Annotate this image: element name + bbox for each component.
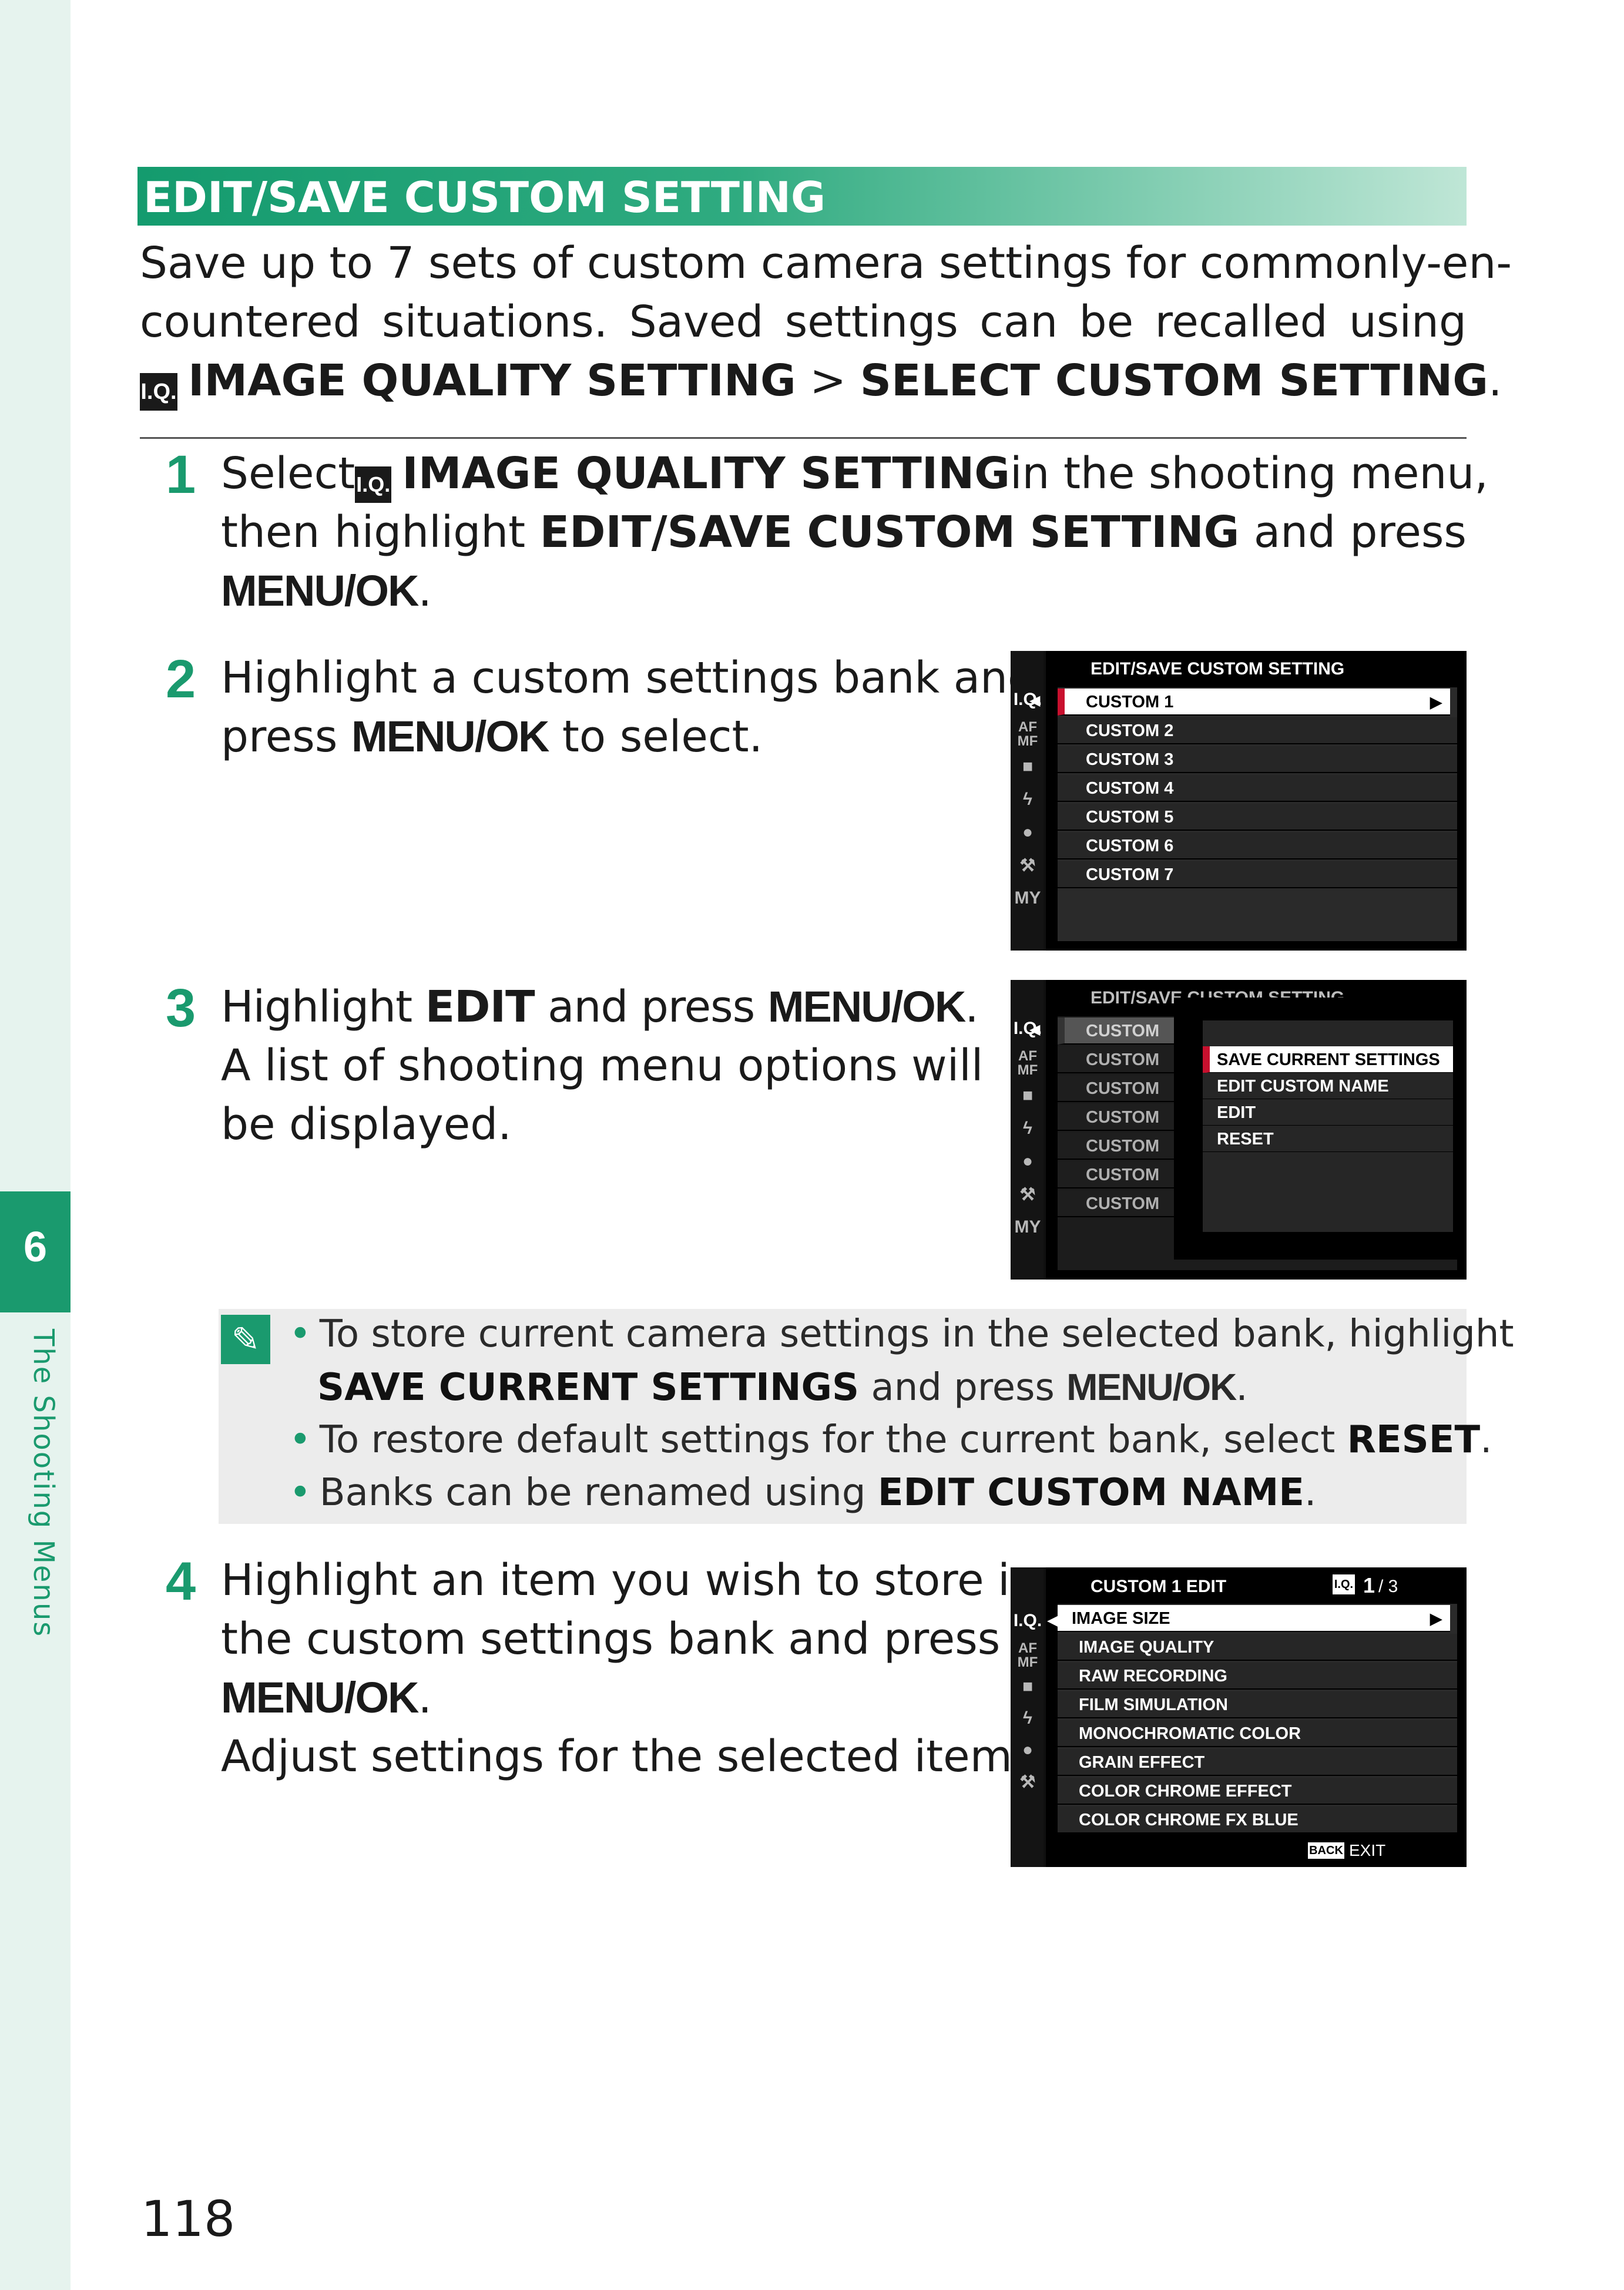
image-quality-icon: I.Q. <box>1333 1574 1355 1594</box>
step-4-number: 4 <box>166 1552 196 1611</box>
note-item-1-continued: SAVE CURRENT SETTINGS and press MENU/OK. <box>317 1366 1248 1409</box>
intro-line-3: I.Q. IMAGE QUALITY SETTING > SELECT CUSTO… <box>140 351 1502 411</box>
menu-path-image-quality: IMAGE QUALITY SETTING <box>188 355 796 406</box>
wrench-icon[interactable]: ⚒ <box>1013 855 1042 876</box>
custom-bank-row[interactable]: CUSTOM 7 <box>1058 861 1457 888</box>
camera-screen-edit-popup: EDIT/SAVE CUSTOM SETTING I.Q. AF MF ■ ϟ … <box>1011 980 1467 1280</box>
movie-icon[interactable]: ● <box>1013 822 1042 842</box>
bullet-icon: • <box>289 1312 311 1356</box>
step-1-number: 1 <box>166 445 196 505</box>
edit-options-popup: SAVE CURRENT SETTINGS EDIT CUSTOM NAME E… <box>1174 998 1467 1260</box>
menu-ok-key: MENU/OK <box>1066 1366 1237 1408</box>
wrench-icon[interactable]: ⚒ <box>1013 1184 1042 1205</box>
menu-ok-key: MENU/OK <box>767 982 966 1031</box>
custom-bank-row: CUSTOM <box>1058 1190 1175 1217</box>
menu-ok-key: MENU/OK <box>351 712 549 761</box>
my-menu-tab-icon[interactable]: MY <box>1013 888 1042 908</box>
wrench-icon[interactable]: ⚒ <box>1013 1772 1042 1792</box>
right-arrow-icon: ▶ <box>1430 693 1442 711</box>
custom-bank-row: CUSTOM <box>1058 1075 1175 1102</box>
custom-bank-row: CUSTOM <box>1058 1161 1175 1188</box>
step-4-text: Highlight an item you wish to store in t… <box>221 1555 1038 1782</box>
camera-screen-custom-edit: CUSTOM 1 EDIT I.Q. 1 / 3 I.Q. AF MF ■ ϟ … <box>1011 1567 1467 1867</box>
image-quality-icon: I.Q. <box>355 466 392 503</box>
movie-icon[interactable]: ● <box>1013 1740 1042 1760</box>
custom-bank-row[interactable]: CUSTOM 3 <box>1058 746 1457 773</box>
intro-line-2: countered situations. Saved settings can… <box>140 297 1467 347</box>
popup-item-edit[interactable]: EDIT <box>1203 1099 1453 1126</box>
af-mf-tab-icon[interactable]: AF MF <box>1013 1049 1042 1077</box>
custom-bank-row[interactable]: CUSTOM 4 <box>1058 775 1457 802</box>
note-pencil-icon: ✎ <box>221 1315 270 1364</box>
section-divider <box>140 437 1467 439</box>
flash-icon[interactable]: ϟ <box>1013 790 1042 810</box>
edit-item-row[interactable]: IMAGE QUALITY <box>1058 1634 1457 1661</box>
note-item-3: • Banks can be renamed using EDIT CUSTOM … <box>289 1471 1317 1515</box>
custom-bank-row[interactable]: CUSTOM 2 <box>1058 717 1457 744</box>
note-box: ✎ • To store current camera settings in t… <box>219 1309 1514 1524</box>
menu-path-select-custom: SELECT CUSTOM SETTING <box>860 355 1489 406</box>
custom-bank-row[interactable]: CUSTOM 6 <box>1058 832 1457 859</box>
left-caret-icon: ◀ <box>1047 1612 1058 1628</box>
popup-item-reset[interactable]: RESET <box>1203 1126 1453 1153</box>
chapter-side-strip <box>0 0 71 2290</box>
exit-label: EXIT <box>1349 1841 1386 1859</box>
screen-title: EDIT/SAVE CUSTOM SETTING <box>1091 659 1345 679</box>
back-button-icon[interactable]: BACK <box>1308 1842 1344 1859</box>
left-caret-icon: ◀ <box>1029 692 1041 709</box>
step-3-text: Highlight EDIT and press MENU/OK. A list… <box>221 982 984 1150</box>
flash-icon[interactable]: ϟ <box>1013 1708 1042 1728</box>
flash-icon[interactable]: ϟ <box>1013 1119 1042 1139</box>
note-item-1: • To store current camera settings in the… <box>289 1312 1514 1356</box>
edit-item-row[interactable]: COLOR CHROME EFFECT <box>1058 1778 1457 1805</box>
chapter-number: 6 <box>23 1224 48 1271</box>
chapter-label: The Shooting Menus <box>27 1329 60 1638</box>
edit-item-row[interactable]: GRAIN EFFECT <box>1058 1749 1457 1776</box>
page-current: 1 <box>1363 1573 1375 1597</box>
edit-item-row[interactable]: FILM SIMULATION <box>1058 1691 1457 1718</box>
af-mf-tab-icon[interactable]: AF MF <box>1013 720 1042 748</box>
intro-line-1: Save up to 7 sets of custom camera setti… <box>140 238 1512 288</box>
section-header: EDIT/SAVE CUSTOM SETTING <box>137 167 1467 226</box>
menu-ok-key: MENU/OK <box>221 1673 419 1722</box>
edit-item-row[interactable]: IMAGE SIZE ▶ <box>1058 1605 1450 1632</box>
page-total: / 3 <box>1378 1577 1398 1596</box>
movie-icon[interactable]: ● <box>1013 1151 1042 1171</box>
custom-bank-row[interactable]: CUSTOM 1 ▶ <box>1058 689 1450 716</box>
page-number: 118 <box>141 2190 236 2248</box>
camera-icon[interactable]: ■ <box>1013 1677 1042 1697</box>
custom-bank-row: CUSTOM <box>1058 1018 1175 1045</box>
camera-screen-custom-list: EDIT/SAVE CUSTOM SETTING I.Q. AF MF ■ ϟ … <box>1011 651 1467 951</box>
custom-bank-row: CUSTOM <box>1058 1133 1175 1160</box>
step-3-number: 3 <box>166 978 196 1038</box>
right-arrow-icon: ▶ <box>1430 1610 1442 1627</box>
step-1-text: Select I.Q. IMAGE QUALITY SETTING in the … <box>221 448 1488 616</box>
custom-bank-row: CUSTOM <box>1058 1046 1175 1073</box>
bullet-icon: • <box>289 1471 311 1515</box>
custom-bank-row: CUSTOM <box>1058 1104 1175 1131</box>
intro-paragraph: Save up to 7 sets of custom camera setti… <box>140 234 1512 411</box>
af-mf-tab-icon[interactable]: AF MF <box>1013 1641 1042 1670</box>
note-item-2: • To restore default settings for the cur… <box>289 1418 1492 1462</box>
camera-icon[interactable]: ■ <box>1013 1086 1042 1106</box>
step-2-text: Highlight a custom settings bank and pre… <box>221 653 1035 762</box>
image-quality-tab-icon[interactable]: I.Q. <box>1013 1611 1042 1631</box>
section-title: EDIT/SAVE CUSTOM SETTING <box>143 173 826 222</box>
camera-icon[interactable]: ■ <box>1013 757 1042 777</box>
custom-bank-row[interactable]: CUSTOM 5 <box>1058 804 1457 831</box>
left-caret-icon: ◀ <box>1029 1021 1041 1037</box>
screen-title: CUSTOM 1 EDIT <box>1091 1577 1227 1596</box>
image-quality-icon: I.Q. <box>140 373 177 411</box>
bullet-icon: • <box>289 1418 311 1462</box>
edit-item-row[interactable]: RAW RECORDING <box>1058 1663 1457 1690</box>
step-2-number: 2 <box>166 649 196 709</box>
my-menu-tab-icon[interactable]: MY <box>1013 1217 1042 1237</box>
menu-ok-key: MENU/OK <box>221 566 419 615</box>
popup-item-save-current-settings[interactable]: SAVE CURRENT SETTINGS <box>1203 1046 1453 1073</box>
edit-item-row[interactable]: MONOCHROMATIC COLOR <box>1058 1720 1457 1747</box>
popup-item-edit-custom-name[interactable]: EDIT CUSTOM NAME <box>1203 1073 1453 1100</box>
edit-item-row[interactable]: COLOR CHROME FX BLUE <box>1058 1807 1457 1834</box>
